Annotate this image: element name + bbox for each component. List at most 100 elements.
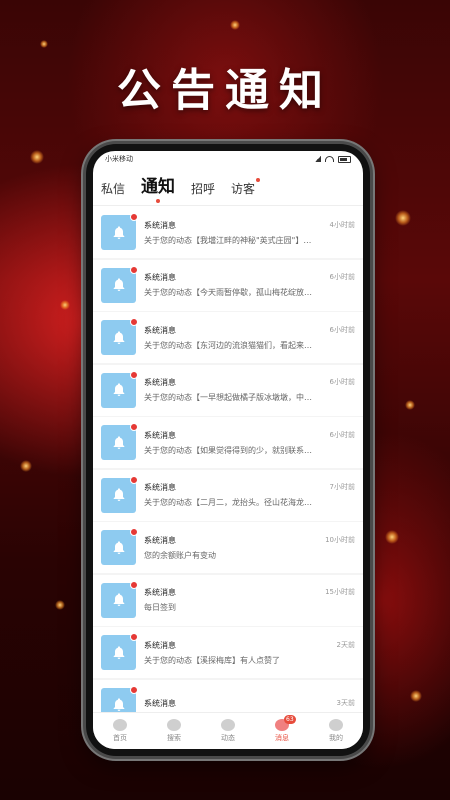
notification-text: 系统消息 10小时前 您的余额账户有变动 xyxy=(144,535,355,561)
notification-time: 10小时前 xyxy=(325,535,355,544)
unread-dot xyxy=(256,178,261,182)
notification-avatar xyxy=(101,633,138,670)
list-item[interactable]: 系统消息 7小时前 关于您的动态【二月二，龙抬头。径山花海龙… xyxy=(93,469,363,521)
nav-label: 消息 xyxy=(275,734,289,742)
list-item[interactable]: 系统消息 6小时前 关于您的动态【今天雨暂停歇，孤山梅花绽放… xyxy=(93,259,363,311)
bell-icon xyxy=(113,540,124,554)
unread-count-badge: 63 xyxy=(284,715,296,724)
nav-label: 我的 xyxy=(329,734,343,742)
notification-title: 系统消息 xyxy=(144,430,176,440)
list-item[interactable]: 系统消息 15小时前 每日签到 xyxy=(93,574,363,626)
tab-greetings[interactable]: 招呼 xyxy=(191,180,215,197)
bell-icon xyxy=(113,278,124,291)
notification-content: 关于您的动态【如果觉得得到的少，就别联系… xyxy=(144,445,312,455)
notification-time: 4小时前 xyxy=(329,220,355,229)
notification-avatar xyxy=(101,580,138,618)
home-icon xyxy=(113,719,127,731)
notification-title: 系统消息 xyxy=(144,640,176,650)
notification-content: 关于您的动态【我壋江畔的神秘"英式庄园"】… xyxy=(144,235,312,245)
battery-icon xyxy=(338,155,351,163)
sparkle xyxy=(230,20,240,30)
notification-content: 关于您的动态【今天雨暂停歇，孤山梅花绽放… xyxy=(144,288,312,297)
notification-list[interactable]: 系统消息 4小时前 关于您的动态【我壋江畔的神秘"英式庄园"】… 系统消息 6小… xyxy=(93,207,363,713)
notification-text: 系统消息 6小时前 关于您的动态【一早想起做橘子版冰墩墩，中… xyxy=(144,377,355,403)
list-item[interactable]: 系统消息 10小时前 您的余额账户有变动 xyxy=(93,522,363,573)
unread-dot xyxy=(130,423,138,431)
unread-dot xyxy=(130,213,138,221)
tab-notifications[interactable]: 通知 xyxy=(141,172,175,203)
nav-profile[interactable]: 我的 xyxy=(309,713,363,749)
notification-text: 系统消息 4小时前 关于您的动态【我壋江畔的神秘"英式庄园"】… xyxy=(144,220,355,246)
list-item[interactable]: 系统消息 3天前 xyxy=(93,679,363,713)
notification-text: 系统消息 6小时前 关于您的动态【东河边的流浪猫猫们，看起来… xyxy=(144,325,355,351)
bell-icon xyxy=(113,698,124,711)
bottom-nav: 首页 搜索 动态 消息 63 我的 xyxy=(93,712,363,749)
bell-icon xyxy=(113,383,124,396)
sparkle xyxy=(40,40,48,48)
nav-label: 首页 xyxy=(113,734,127,742)
feed-icon xyxy=(221,719,235,731)
notification-title: 系统消息 xyxy=(144,535,176,545)
bell-icon xyxy=(113,645,124,659)
notification-text: 系统消息 2天前 关于您的动态【溪探梅库】有人点赞了 xyxy=(144,640,355,666)
sparkle xyxy=(60,300,70,310)
notification-time: 15小时前 xyxy=(325,588,355,596)
nav-home[interactable]: 首页 xyxy=(93,713,147,749)
notification-text: 系统消息 6小时前 关于您的动态【今天雨暂停歇，孤山梅花绽放… xyxy=(144,272,355,298)
notification-avatar xyxy=(101,423,138,460)
sparkle xyxy=(20,460,32,472)
bell-icon xyxy=(113,488,124,501)
notification-title: 系统消息 xyxy=(144,378,176,387)
tab-private-messages[interactable]: 私信 xyxy=(101,180,125,197)
bell-icon xyxy=(113,330,124,344)
sparkle xyxy=(395,210,411,226)
unread-dot xyxy=(130,265,138,274)
notification-content: 关于您的动态【溪探梅库】有人点赞了 xyxy=(144,655,280,665)
notification-title: 系统消息 xyxy=(144,698,176,708)
unread-dot xyxy=(130,528,138,536)
list-item[interactable]: 系统消息 6小时前 关于您的动态【一早想起做橘子版冰墩墩，中… xyxy=(93,364,363,416)
sparkle xyxy=(385,530,399,544)
notification-text: 系统消息 6小时前 关于您的动态【如果觉得得到的少，就别联系… xyxy=(144,430,355,456)
nav-label: 搜索 xyxy=(167,734,181,742)
notification-content: 关于您的动态【二月二，龙抬头。径山花海龙… xyxy=(144,498,312,507)
unread-dot xyxy=(130,633,138,641)
headline: 公告通知 xyxy=(117,65,333,116)
notification-title: 系统消息 xyxy=(144,273,176,282)
notification-avatar xyxy=(101,475,138,513)
nav-messages[interactable]: 消息 63 xyxy=(255,713,309,749)
notification-avatar xyxy=(101,685,138,713)
bell-icon xyxy=(113,593,124,606)
bell-icon xyxy=(113,225,124,239)
phone-screen: 小米移动 私信 通知 招呼 访客 系统消息 4小时前 关于您的动态【我壋江畔的神… xyxy=(93,151,363,749)
notification-title: 系统消息 xyxy=(144,220,176,230)
wifi-icon xyxy=(325,156,334,162)
sparkle xyxy=(405,400,415,410)
notification-title: 系统消息 xyxy=(144,483,176,492)
notification-avatar xyxy=(101,370,138,408)
nav-search[interactable]: 搜索 xyxy=(147,713,201,749)
list-item[interactable]: 系统消息 4小时前 关于您的动态【我壋江畔的神秘"英式庄园"】… xyxy=(93,207,363,258)
notification-avatar xyxy=(101,213,138,250)
status-bar: 小米移动 xyxy=(93,151,363,167)
notification-text: 系统消息 3天前 xyxy=(144,698,355,713)
list-item[interactable]: 系统消息 6小时前 关于您的动态【如果觉得得到的少，就别联系… xyxy=(93,417,363,468)
tab-visitors[interactable]: 访客 xyxy=(231,178,261,197)
unread-dot xyxy=(130,370,138,379)
list-item[interactable]: 系统消息 6小时前 关于您的动态【东河边的流浪猫猫们，看起来… xyxy=(93,312,363,363)
unread-dot xyxy=(130,318,138,326)
notification-avatar xyxy=(101,318,138,355)
unread-dot xyxy=(130,580,138,589)
notification-text: 系统消息 7小时前 关于您的动态【二月二，龙抬头。径山花海龙… xyxy=(144,482,355,508)
notification-time: 7小时前 xyxy=(329,483,355,491)
notification-title: 系统消息 xyxy=(144,325,176,335)
nav-feed[interactable]: 动态 xyxy=(201,713,255,749)
notification-time: 6小时前 xyxy=(329,430,355,439)
notification-content: 关于您的动态【一早想起做橘子版冰墩墩，中… xyxy=(144,393,312,402)
phone-frame: 小米移动 私信 通知 招呼 访客 系统消息 4小时前 关于您的动态【我壋江畔的神… xyxy=(86,144,370,756)
notification-time: 6小时前 xyxy=(329,273,355,281)
notification-time: 3天前 xyxy=(336,698,355,707)
nav-label: 动态 xyxy=(221,734,235,742)
list-item[interactable]: 系统消息 2天前 关于您的动态【溪探梅库】有人点赞了 xyxy=(93,627,363,678)
notification-title: 系统消息 xyxy=(144,588,176,597)
